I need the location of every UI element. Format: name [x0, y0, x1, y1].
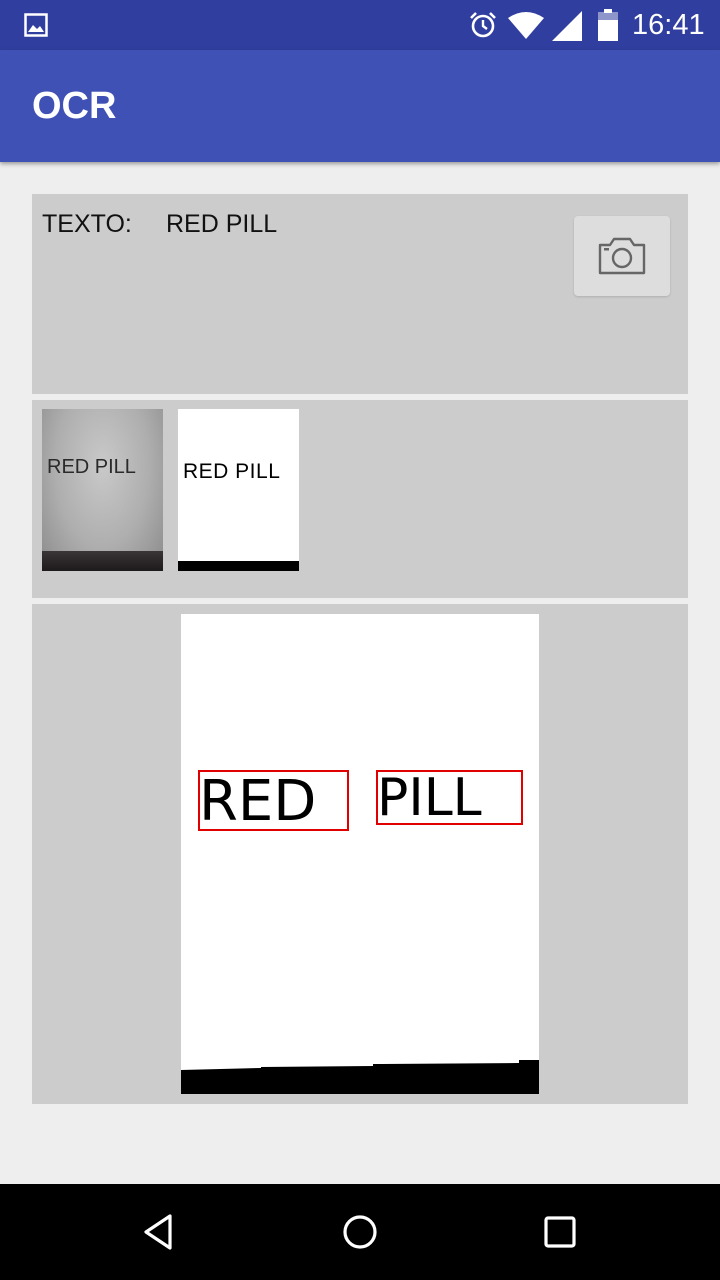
word-bounding-box	[376, 770, 523, 825]
thumbnails-panel: RED PILL RED PILL	[32, 400, 688, 598]
detection-panel: RED PILL	[32, 604, 688, 1104]
texto-label: TEXTO:	[42, 210, 132, 238]
binarized-dark-strip	[178, 561, 299, 571]
recents-icon[interactable]	[536, 1208, 584, 1256]
original-photo-text: RED PILL	[47, 456, 136, 478]
image-dark-strip	[181, 1060, 539, 1094]
cell-signal-icon	[552, 11, 582, 41]
status-bar: 16:41	[0, 0, 720, 50]
home-icon[interactable]	[336, 1208, 384, 1256]
binarized-image-text: RED PILL	[183, 460, 281, 483]
image-notification-icon	[24, 13, 48, 37]
photo-dark-strip	[42, 551, 163, 571]
recognized-text-value: RED PILL	[166, 210, 278, 238]
navigation-bar	[0, 1184, 720, 1280]
app-bar: OCR	[0, 50, 720, 162]
camera-button[interactable]	[574, 216, 670, 296]
original-photo-thumbnail[interactable]: RED PILL	[42, 409, 163, 571]
wifi-icon	[508, 12, 544, 39]
app-title: OCR	[32, 85, 117, 127]
camera-icon	[598, 237, 646, 275]
binarized-image-thumbnail[interactable]: RED PILL	[178, 409, 299, 571]
back-icon[interactable]	[136, 1208, 184, 1256]
word-bounding-box	[198, 770, 349, 831]
recognized-text-panel: TEXTO: RED PILL	[32, 194, 688, 394]
alarm-icon	[470, 12, 496, 38]
status-clock: 16:41	[632, 9, 705, 41]
battery-icon	[598, 9, 618, 41]
detection-image: RED PILL	[181, 614, 539, 1094]
